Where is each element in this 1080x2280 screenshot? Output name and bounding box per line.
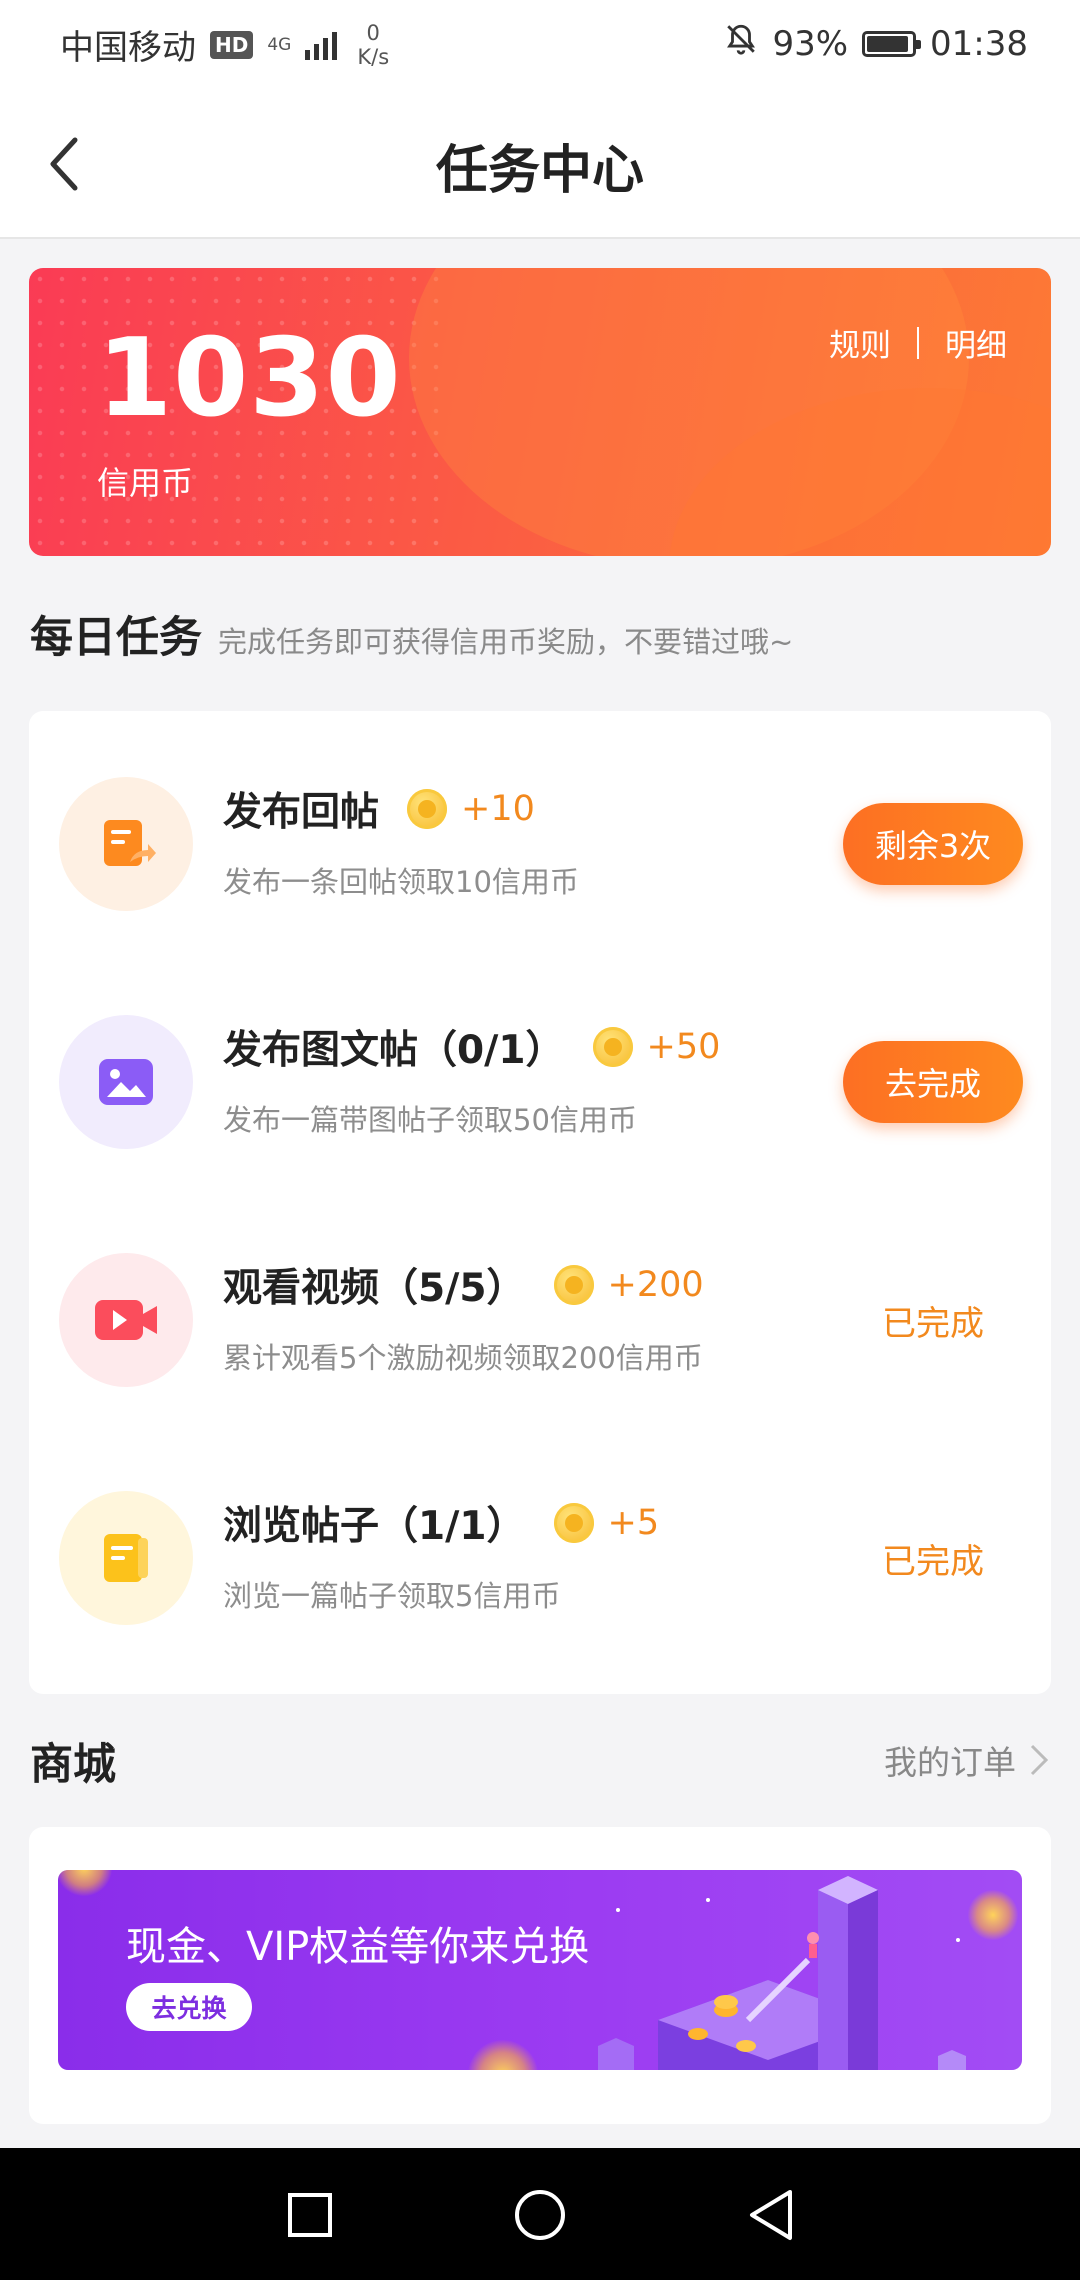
glow-decoration <box>468 2040 538 2070</box>
task-description: 累计观看5个激励视频领取200信用币 <box>223 1341 703 1375</box>
coin-icon <box>553 1265 594 1305</box>
details-link[interactable]: 明细 <box>945 320 1007 365</box>
task-item: 发布图文帖（0/1） +50 发布一篇带图帖子领取50信用币 去完成 <box>29 949 1051 1187</box>
nav-header: 任务中心 <box>0 92 1080 239</box>
tasks-card: 发布回帖 +10 发布一条回帖领取10信用币 剩余3次 发布图文帖（0/1） +… <box>29 711 1051 1694</box>
mall-card: 现金、VIP权益等你来兑换 去兑换 <box>29 1827 1051 2124</box>
task-title-row: 观看视频（5/5） +200 <box>223 1257 704 1313</box>
browse-post-icon <box>104 1534 148 1582</box>
task-title: 发布图文帖（0/1） <box>223 1028 565 1073</box>
mall-banner-text: 现金、VIP权益等你来兑换 <box>126 1924 590 1970</box>
video-icon <box>95 1300 157 1340</box>
credit-label: 信用币 <box>97 464 194 502</box>
task-title-row: 发布图文帖（0/1） +50 <box>223 1019 720 1075</box>
square-icon <box>288 2193 332 2237</box>
task-icon-wrap <box>59 777 193 911</box>
carrier-label: 中国移动 <box>60 28 196 68</box>
task-icon-wrap <box>59 1253 193 1387</box>
go-complete-button[interactable]: 去完成 <box>843 1041 1023 1123</box>
mall-promo-banner[interactable]: 现金、VIP权益等你来兑换 去兑换 <box>58 1870 1022 2070</box>
task-item: 浏览帖子（1/1） +5 浏览一篇帖子领取5信用币 已完成 <box>29 1425 1051 1663</box>
triangle-back-icon <box>750 2190 792 2240</box>
task-title: 发布回帖 <box>223 790 380 835</box>
back-nav-button[interactable] <box>740 2184 802 2246</box>
mute-bell-icon <box>724 22 758 65</box>
battery-icon <box>862 30 922 57</box>
status-bar: 中国移动 HD 4G 0 K/s 93% 01:38 <box>0 0 1080 92</box>
task-icon-wrap <box>59 1015 193 1149</box>
task-description: 发布一条回帖领取10信用币 <box>223 865 579 899</box>
completed-status: 已完成 <box>882 1303 984 1344</box>
isometric-building-illustration <box>598 1876 966 2070</box>
home-button[interactable] <box>509 2184 571 2246</box>
hd-badge: HD <box>210 30 254 59</box>
task-title: 观看视频（5/5） <box>223 1266 526 1311</box>
task-item: 观看视频（5/5） +200 累计观看5个激励视频领取200信用币 已完成 <box>29 1187 1051 1425</box>
recent-apps-button[interactable] <box>279 2184 341 2246</box>
battery-percent: 93% <box>772 23 849 64</box>
reply-post-icon <box>104 820 156 866</box>
task-reward: +10 <box>461 789 535 829</box>
my-orders-label: 我的订单 <box>884 1743 1016 1782</box>
speed-unit: K/s <box>357 44 390 69</box>
task-title: 浏览帖子（1/1） <box>223 1504 526 1549</box>
coin-icon <box>407 789 448 829</box>
page-title: 任务中心 <box>435 141 644 201</box>
credit-banner: 1030 信用币 规则 明细 <box>29 268 1051 556</box>
remaining-times-button[interactable]: 剩余3次 <box>843 803 1023 885</box>
system-nav-bar <box>0 2148 1080 2280</box>
daily-tasks-title: 每日任务 <box>30 613 202 663</box>
my-orders-link[interactable]: 我的订单 <box>884 1736 1050 1784</box>
credit-balance: 1030 <box>97 316 402 441</box>
banner-links: 规则 明细 <box>829 320 1007 365</box>
task-title-row: 浏览帖子（1/1） +5 <box>223 1495 659 1551</box>
task-reward: +200 <box>607 1265 704 1305</box>
coin-icon <box>592 1027 633 1067</box>
status-left: 中国移动 HD 4G 0 K/s <box>60 20 389 69</box>
signal-icon <box>305 30 338 60</box>
task-description: 浏览一篇帖子领取5信用币 <box>223 1579 561 1613</box>
rules-link[interactable]: 规则 <box>829 320 891 365</box>
network-type: 4G <box>267 34 292 55</box>
battery-fill <box>867 35 909 52</box>
daily-tasks-subtitle: 完成任务即可获得信用币奖励，不要错过哦~ <box>218 625 794 659</box>
task-reward: +50 <box>646 1027 721 1067</box>
task-item: 发布回帖 +10 发布一条回帖领取10信用币 剩余3次 <box>29 711 1051 949</box>
network-speed: 0 K/s <box>357 21 389 69</box>
task-icon-wrap <box>59 1491 193 1625</box>
link-separator <box>917 326 919 359</box>
circle-icon <box>515 2190 565 2240</box>
redeem-button[interactable]: 去兑换 <box>126 1983 252 2031</box>
speed-value: 0 <box>366 20 380 45</box>
task-title-row: 发布回帖 +10 <box>223 781 535 837</box>
daily-tasks-header: 每日任务 完成任务即可获得信用币奖励，不要错过哦~ <box>30 603 793 665</box>
mall-header: 商城 我的订单 <box>30 1730 1050 1790</box>
mall-title: 商城 <box>30 1740 116 1790</box>
coin-icon <box>553 1503 594 1543</box>
clock: 01:38 <box>930 23 1028 64</box>
completed-status: 已完成 <box>882 1541 984 1582</box>
chevron-right-icon <box>1030 1744 1049 1776</box>
task-description: 发布一篇带图帖子领取50信用币 <box>223 1103 637 1137</box>
image-post-icon <box>99 1059 153 1105</box>
status-right: 93% 01:38 <box>724 22 1028 65</box>
task-reward: +5 <box>607 1503 660 1543</box>
glow-decoration <box>58 1870 112 1896</box>
